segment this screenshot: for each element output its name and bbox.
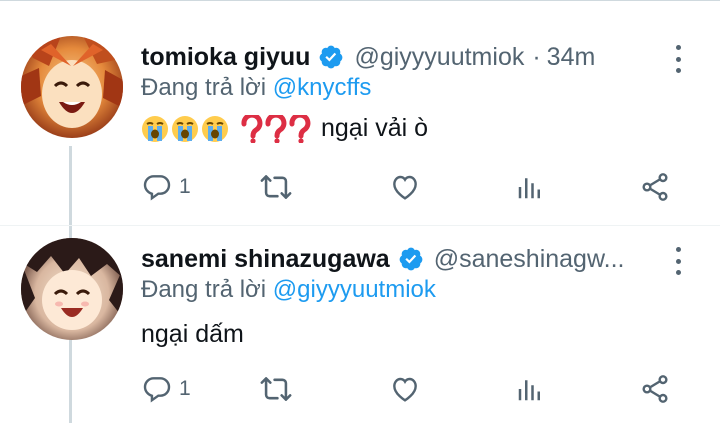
share-icon <box>642 375 668 403</box>
replying-to-label: Đang trả lời <box>141 74 267 101</box>
replying-to: Đang trả lời @giyyyuutmiok <box>141 276 436 304</box>
display-name[interactable]: tomioka giyuu <box>141 43 310 72</box>
reply-button[interactable]: 1 <box>141 372 191 406</box>
red-question-mark-icon <box>241 114 263 143</box>
like-button[interactable] <box>389 170 421 204</box>
loudly-crying-face-icon <box>201 115 229 143</box>
verified-badge-icon <box>398 246 424 272</box>
replying-to-label: Đang trả lời <box>141 276 267 303</box>
tweet-body-text: ngại dấm <box>141 320 244 348</box>
more-options-icon[interactable] <box>666 244 690 278</box>
reply-count: 1 <box>179 377 191 400</box>
tweet-separator <box>0 225 720 226</box>
retweet-icon <box>260 377 292 401</box>
timestamp[interactable]: 34m <box>547 43 596 72</box>
retweet-icon <box>260 175 292 199</box>
tweet-header: tomioka giyuu @giyyyuutmiok · 34m <box>141 40 595 74</box>
reply-icon <box>143 175 171 201</box>
replying-to-mention[interactable]: @knycffs <box>273 74 372 101</box>
retweet-button[interactable] <box>259 372 293 406</box>
share-button[interactable] <box>639 170 671 204</box>
meta-separator: · <box>532 42 541 71</box>
share-button[interactable] <box>639 372 671 406</box>
red-question-mark-icon <box>265 114 287 143</box>
tweet-text: ngại dấm <box>141 320 244 349</box>
user-handle[interactable]: @giyyyuutmiok <box>354 43 524 72</box>
tweet-item-1[interactable]: tomioka giyuu @giyyyuutmiok · 34m Đang t… <box>0 12 720 212</box>
tweet-actions: 1 <box>141 170 681 204</box>
replying-to: Đang trả lời @knycffs <box>141 74 371 102</box>
tweet-header: sanemi shinazugawa @saneshinagw... <box>141 242 624 276</box>
reply-button[interactable]: 1 <box>141 170 191 204</box>
share-icon <box>642 173 668 201</box>
loudly-crying-face-icon <box>141 115 169 143</box>
verified-badge-icon <box>318 44 344 70</box>
heart-icon <box>393 377 417 402</box>
heart-icon <box>393 175 417 200</box>
top-divider <box>0 0 720 1</box>
retweet-button[interactable] <box>259 170 293 204</box>
user-handle[interactable]: @saneshinagw... <box>434 245 625 274</box>
tweet-actions: 1 <box>141 372 681 406</box>
like-button[interactable] <box>389 372 421 406</box>
display-name[interactable]: sanemi shinazugawa <box>141 245 390 274</box>
tweet-body-text: ngại vải ò <box>321 114 429 142</box>
more-options-icon[interactable] <box>666 42 690 76</box>
analytics-icon <box>518 380 540 401</box>
avatar-sanemi[interactable] <box>21 238 123 340</box>
red-question-mark-icon <box>289 114 311 143</box>
views-button[interactable] <box>515 372 545 406</box>
analytics-icon <box>518 178 540 199</box>
tweet-item-2[interactable]: sanemi shinazugawa @saneshinagw... Đang … <box>0 232 720 423</box>
reply-icon <box>143 377 171 403</box>
replying-to-mention[interactable]: @giyyyuutmiok <box>273 276 436 303</box>
tweet-text: ngại vải ò <box>141 114 428 143</box>
reply-count: 1 <box>179 175 191 198</box>
views-button[interactable] <box>515 170 545 204</box>
loudly-crying-face-icon <box>171 115 199 143</box>
avatar-tomioka[interactable] <box>21 36 123 138</box>
